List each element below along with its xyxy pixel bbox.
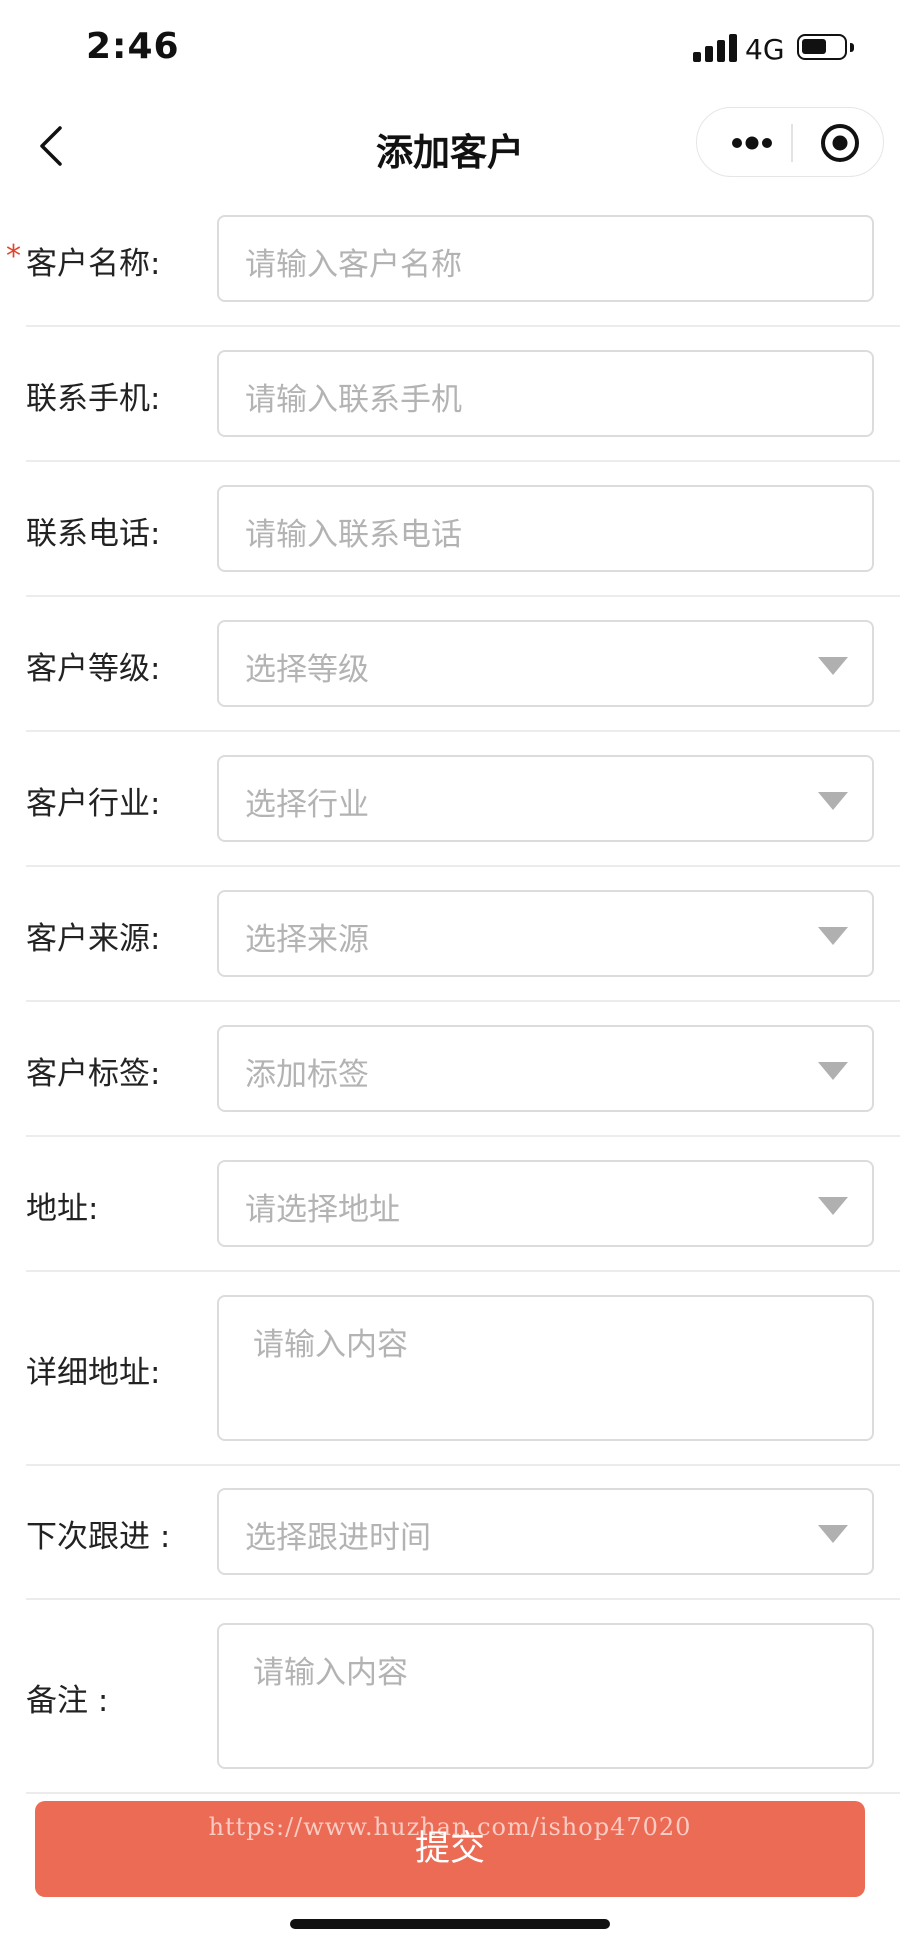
- target-icon: [821, 124, 859, 162]
- dropdown-arrow-icon: [818, 1524, 848, 1543]
- select-field[interactable]: 选择来源: [217, 890, 874, 977]
- dropdown-arrow-icon: [818, 1196, 848, 1215]
- field-label: 客户行业:: [26, 785, 161, 822]
- field-placeholder: 选择等级: [245, 651, 369, 688]
- field-label: 客户来源:: [26, 920, 161, 957]
- form-row: 联系手机: 请输入联系手机: [0, 350, 900, 462]
- field-placeholder: 选择行业: [245, 786, 369, 823]
- field-label: 客户名称:: [26, 245, 161, 282]
- select-field[interactable]: 选择行业: [217, 755, 874, 842]
- text-input[interactable]: 请输入联系电话: [217, 485, 874, 572]
- select-field[interactable]: 选择跟进时间: [217, 1488, 874, 1575]
- row-separator: [26, 865, 900, 867]
- battery-icon: [797, 34, 854, 60]
- textarea-field[interactable]: 请输入内容: [217, 1623, 874, 1769]
- dropdown-arrow-icon: [818, 1061, 848, 1080]
- select-field[interactable]: 选择等级: [217, 620, 874, 707]
- field-placeholder: 选择跟进时间: [245, 1519, 431, 1556]
- row-separator: [26, 460, 900, 462]
- row-separator: [26, 325, 900, 327]
- row-separator: [26, 1135, 900, 1137]
- network-type: 4G: [745, 33, 785, 66]
- add-customer-screen: 2:46 4G 添加客户 * 客户名称: 请输入客户名称 联系手机: 请输入联系…: [0, 0, 900, 1948]
- form-row: 备注 : 请输入内容: [0, 1623, 900, 1794]
- home-indicator: [290, 1919, 610, 1929]
- field-placeholder: 请选择地址: [245, 1191, 400, 1228]
- row-separator: [26, 595, 900, 597]
- field-label: 联系电话:: [26, 515, 161, 552]
- form-row: 地址: 请选择地址: [0, 1160, 900, 1272]
- row-separator: [26, 1270, 900, 1272]
- required-mark: *: [6, 238, 21, 274]
- row-separator: [26, 1792, 900, 1794]
- field-placeholder: 请输入联系电话: [245, 516, 462, 553]
- mini-program-capsule: [696, 107, 884, 177]
- row-separator: [26, 1464, 900, 1466]
- form-row: 详细地址: 请输入内容: [0, 1295, 900, 1466]
- form-row: 客户标签: 添加标签: [0, 1025, 900, 1137]
- field-label: 联系手机:: [26, 380, 161, 417]
- signal-icon: [693, 32, 737, 62]
- select-field[interactable]: 请选择地址: [217, 1160, 874, 1247]
- dropdown-arrow-icon: [818, 791, 848, 810]
- status-time: 2:46: [86, 26, 180, 67]
- form-row: 客户行业: 选择行业: [0, 755, 900, 867]
- textarea-field[interactable]: 请输入内容: [217, 1295, 874, 1441]
- status-bar: 2:46 4G: [0, 0, 900, 100]
- form-row: 下次跟进 : 选择跟进时间: [0, 1488, 900, 1600]
- row-separator: [26, 1598, 900, 1600]
- form-row: * 客户名称: 请输入客户名称: [0, 215, 900, 327]
- form-row: 联系电话: 请输入联系电话: [0, 485, 900, 597]
- field-placeholder: 请输入联系手机: [245, 381, 462, 418]
- nav-bar: 添加客户: [0, 100, 900, 190]
- field-label: 详细地址:: [26, 1355, 161, 1391]
- more-icon: [732, 136, 772, 150]
- watermark: https://www.huzhan.com/ishop47020: [208, 1813, 692, 1841]
- select-field[interactable]: 添加标签: [217, 1025, 874, 1112]
- field-placeholder: 选择来源: [245, 921, 369, 958]
- text-input[interactable]: 请输入联系手机: [217, 350, 874, 437]
- text-input[interactable]: 请输入客户名称: [217, 215, 874, 302]
- field-placeholder: 请输入内容: [253, 1655, 408, 1691]
- field-label: 客户标签:: [26, 1055, 161, 1092]
- row-separator: [26, 1000, 900, 1002]
- dropdown-arrow-icon: [818, 656, 848, 675]
- dropdown-arrow-icon: [818, 926, 848, 945]
- capsule-divider: [791, 124, 793, 162]
- field-label: 地址:: [26, 1190, 99, 1227]
- form-row: 客户来源: 选择来源: [0, 890, 900, 1002]
- more-button[interactable]: [717, 108, 787, 178]
- close-button[interactable]: [805, 108, 875, 178]
- field-label: 备注 :: [26, 1683, 109, 1719]
- field-placeholder: 添加标签: [245, 1056, 369, 1093]
- form-row: 客户等级: 选择等级: [0, 620, 900, 732]
- field-label: 下次跟进 :: [26, 1518, 171, 1555]
- row-separator: [26, 730, 900, 732]
- field-label: 客户等级:: [26, 650, 161, 687]
- field-placeholder: 请输入客户名称: [245, 246, 462, 283]
- field-placeholder: 请输入内容: [253, 1327, 408, 1363]
